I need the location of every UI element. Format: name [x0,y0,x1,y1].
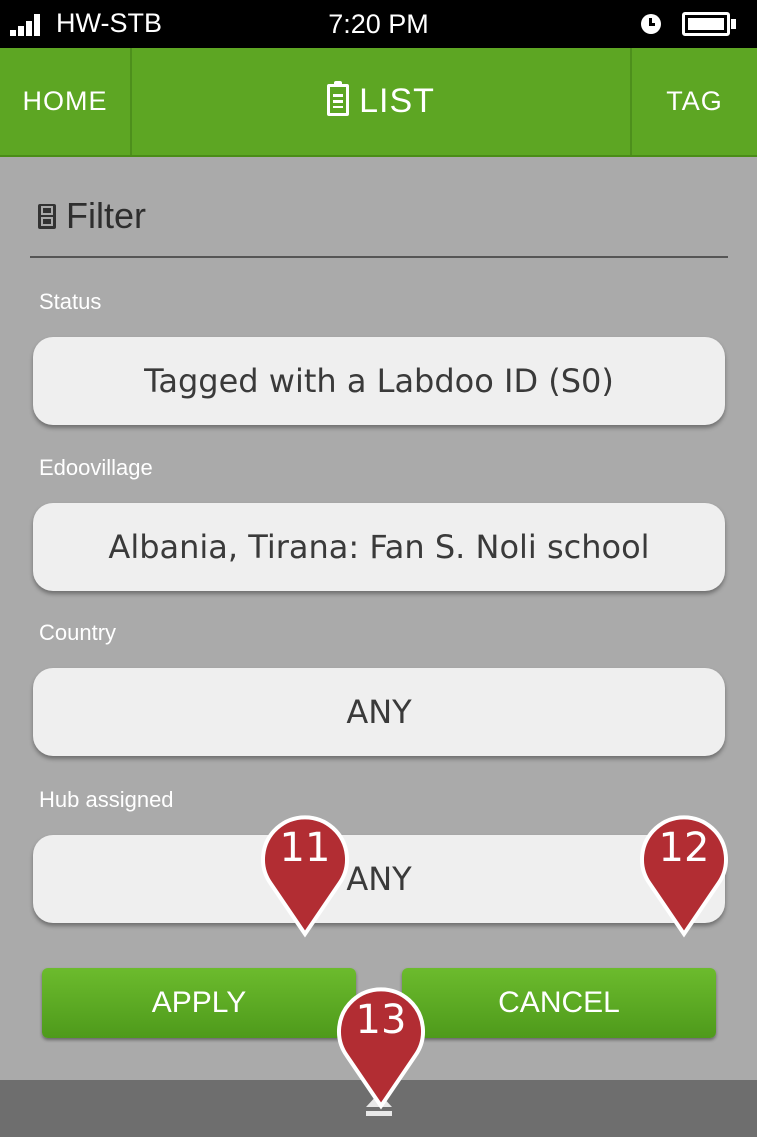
marker-number: 13 [355,997,407,1043]
battery-icon [682,12,736,36]
annotation-marker-11: 11 [257,808,353,938]
edoovillage-select[interactable]: Albania, Tirana: Fan S. Noli school [33,503,725,591]
tag-button[interactable]: TAG [632,48,757,155]
clipboard-icon [327,81,350,116]
status-select[interactable]: Tagged with a Labdoo ID (S0) [33,337,725,425]
hub-assigned-select[interactable]: ANY [33,835,725,923]
alarm-clock-icon [641,14,661,34]
country-label: Country [39,620,117,645]
status-label: Status [39,289,102,314]
annotation-marker-13: 13 [333,980,429,1110]
navigation-bar: HOME LIST TAG [0,48,757,157]
home-button[interactable]: HOME [0,48,130,155]
marker-number: 11 [279,825,331,871]
cancel-button[interactable]: CANCEL [402,968,716,1038]
edoovillage-label: Edoovillage [39,455,153,480]
status-bar: HW-STB 7:20 PM [0,0,757,48]
filter-title: Filter [66,195,146,236]
filter-heading: Filter [38,196,146,236]
marker-number: 12 [658,825,710,871]
annotation-marker-12: 12 [636,808,732,938]
divider [30,256,728,258]
list-tab[interactable]: LIST [130,48,632,155]
apply-button[interactable]: APPLY [42,968,356,1038]
country-select[interactable]: ANY [33,668,725,756]
file-cabinet-icon [38,204,56,229]
hub-assigned-label: Hub assigned [39,787,174,812]
list-title: LIST [359,82,435,120]
